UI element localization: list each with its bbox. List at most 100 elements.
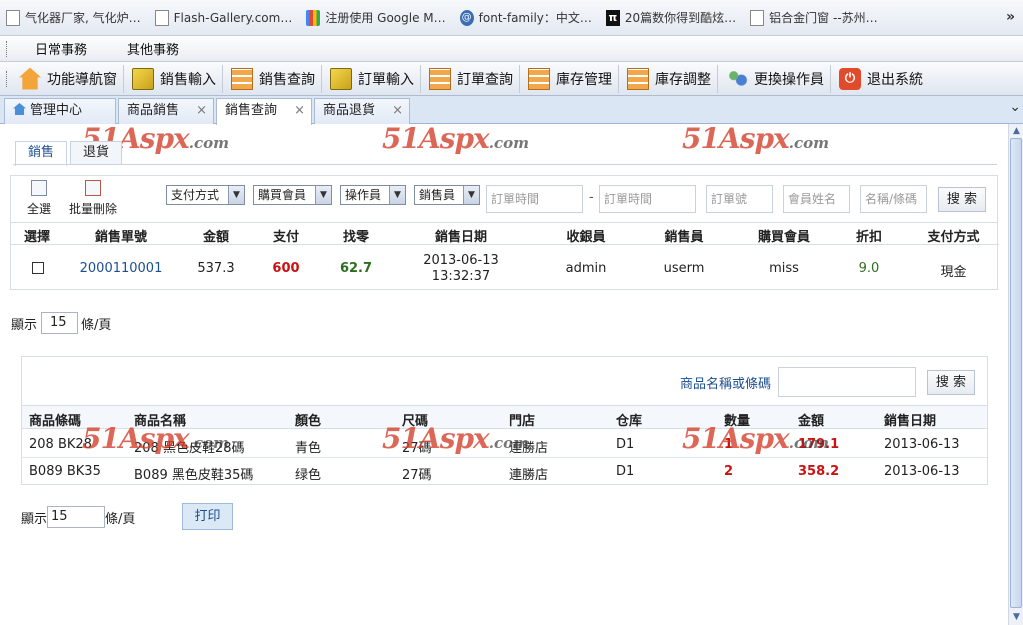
watermark-domain: .com (188, 434, 229, 452)
product-search-button[interactable]: 搜 索 (927, 370, 975, 395)
bookmarks-more-button[interactable]: » (1006, 9, 1015, 25)
grip-handle[interactable] (6, 40, 9, 57)
collapse-icon[interactable]: ⌄ (1009, 99, 1021, 115)
select-value: 銷售員 (419, 188, 456, 202)
toolbar-label: 退出系統 (867, 71, 923, 88)
sale-detail-panel: 商品名稱或條碼 搜 索 商品條碼 商品名稱 顏色 尺碼 門店 仓库 數量 金額 … (21, 356, 988, 485)
page-size-input[interactable]: 15 (41, 312, 78, 334)
bookmark-item[interactable]: 注册使用 Google M… (306, 9, 446, 26)
switch-operator-button[interactable]: 更換操作員 (722, 64, 831, 93)
chevron-down-icon: ▼ (463, 186, 479, 204)
subtab-sales[interactable]: 銷售 (15, 141, 68, 166)
order-time-from-input[interactable]: 訂單時間 (486, 185, 583, 213)
order-query-button[interactable]: 訂單查詢 (425, 64, 520, 93)
column-header: 仓库 (616, 414, 643, 429)
name-barcode-input[interactable]: 名稱/條碼 (860, 185, 927, 213)
search-button[interactable]: 搜 索 (938, 187, 986, 212)
member-select[interactable]: 購買會員 ▼ (253, 185, 332, 205)
toolbar-label: 庫存調整 (655, 71, 711, 88)
order-number-link[interactable]: 2000110001 (71, 261, 171, 276)
user-icon (726, 67, 748, 90)
toolbar-label: 更換操作員 (754, 71, 824, 88)
quantity-cell: 2 (724, 464, 734, 479)
print-button[interactable]: 打印 (182, 503, 233, 530)
nav-window-button[interactable]: 功能導航窗 (15, 64, 124, 93)
warehouse-cell: D1 (616, 437, 635, 452)
close-icon[interactable]: × (392, 99, 403, 123)
bookmark-item[interactable]: 铝合金门窗 --苏州… (750, 9, 878, 26)
toolbar: 功能導航窗 銷售輸入 銷售查詢 訂單輸入 訂單查詢 庫存管理 庫存調整 更換操作… (0, 62, 1023, 96)
order-input-button[interactable]: 訂單輸入 (326, 64, 421, 93)
watermark-brand: 51Aspx (382, 422, 490, 455)
salesperson-select[interactable]: 銷售員 ▼ (414, 185, 480, 205)
edit-icon (330, 67, 352, 90)
amount-cell: 537.3 (197, 261, 235, 276)
scroll-down-icon[interactable]: ▼ (1011, 612, 1022, 623)
tab-label: 商品退貨 (323, 103, 376, 118)
menu-daily-tasks[interactable]: 日常事務 (15, 39, 107, 58)
close-icon[interactable]: × (294, 99, 305, 123)
bookmark-label: Flash-Gallery.com… (173, 10, 293, 25)
watermark-brand: 51Aspx (382, 122, 490, 155)
table-row[interactable]: 2000110001 537.3 600 62.7 2013-06-13 13:… (11, 246, 999, 289)
member-name-input[interactable]: 會員姓名 (783, 185, 850, 213)
table-header-row: 選擇 銷售單號 金額 支付 找零 銷售日期 收銀員 銷售員 購買會員 折扣 支付… (11, 223, 999, 245)
column-header: 金額 (202, 230, 229, 245)
color-cell: 青色 (295, 441, 322, 456)
close-icon[interactable]: × (196, 99, 207, 123)
toolbar-label: 銷售查詢 (259, 71, 315, 88)
watermark-brand: 51Aspx (682, 422, 790, 455)
scroll-up-icon[interactable]: ▲ (1011, 126, 1022, 137)
product-search-input[interactable] (778, 367, 916, 397)
select-value: 購買會員 (258, 188, 307, 202)
batch-delete-button[interactable]: 批量刪除 (67, 180, 119, 217)
column-header: 收銀員 (566, 230, 606, 245)
order-number-input[interactable]: 訂單號 (706, 185, 773, 213)
watermark: 51Aspx.com (82, 422, 229, 455)
bookmark-item[interactable]: 气化器厂家, 气化炉… (6, 9, 141, 26)
bookmark-item[interactable]: Flash-Gallery.com… (154, 9, 293, 26)
select-value: 操作員 (345, 188, 382, 202)
bookmark-item[interactable]: @ font-family：中文… (459, 9, 592, 26)
scrollbar-thumb[interactable] (1010, 138, 1022, 608)
payment-method-select[interactable]: 支付方式 ▼ (166, 185, 245, 205)
sales-query-button[interactable]: 銷售查詢 (227, 64, 322, 93)
sales-input-button[interactable]: 銷售輸入 (128, 64, 223, 93)
subtab-returns[interactable]: 退貨 (70, 141, 123, 165)
pager-suffix: 條/頁 (105, 512, 136, 527)
paid-cell: 600 (272, 261, 300, 276)
tab-sales-query[interactable]: 銷售查詢 × (216, 98, 312, 125)
inventory-manage-button[interactable]: 庫存管理 (524, 64, 619, 93)
watermark: 51Aspx.com (382, 422, 529, 455)
bookmark-item[interactable]: π 20篇数你得到酷炫… (605, 9, 736, 26)
inventory-adjust-button[interactable]: 庫存調整 (623, 64, 718, 93)
chevron-down-icon: ▼ (228, 186, 244, 204)
column-header: 銷售員 (664, 230, 704, 245)
operator-select[interactable]: 操作員 ▼ (340, 185, 406, 205)
tab-product-returns[interactable]: 商品退貨 × (314, 98, 410, 124)
store-cell: 連勝店 (509, 468, 549, 483)
tab-admin-center[interactable]: 管理中心 (4, 98, 116, 124)
table-row[interactable]: B089 BK35 B089 黑色皮鞋35碼 绿色 27碼 連勝店 D1 2 3… (22, 459, 987, 486)
toolbar-label: 銷售輸入 (160, 71, 216, 88)
page-size-input[interactable]: 15 (47, 506, 105, 528)
pager-prefix: 顯示 (11, 318, 38, 333)
watermark: 51Aspx.com (682, 122, 829, 155)
product-search-label: 商品名稱或條碼 (680, 377, 772, 392)
bookmark-label: 注册使用 Google M… (325, 11, 446, 25)
tab-product-sales[interactable]: 商品銷售 × (118, 98, 214, 124)
exit-system-button[interactable]: ⏻ 退出系統 (835, 65, 929, 93)
row-checkbox[interactable] (32, 262, 44, 274)
barcode-cell: B089 BK35 (29, 464, 101, 479)
order-time-to-input[interactable]: 訂單時間 (599, 185, 696, 213)
menu-other-tasks[interactable]: 其他事務 (107, 39, 199, 58)
bookmarks-bar: 气化器厂家, 气化炉… Flash-Gallery.com… 注册使用 Goog… (0, 0, 1023, 36)
select-value: 支付方式 (171, 188, 220, 202)
grip-handle[interactable] (6, 70, 9, 87)
tab-strip: 管理中心 商品銷售 × 銷售查詢 × 商品退貨 × ⌄ (0, 96, 1023, 125)
color-cell: 绿色 (295, 468, 322, 483)
watermark-brand: 51Aspx (82, 422, 190, 455)
toolbar-label: 庫存管理 (556, 71, 612, 88)
select-all-button[interactable]: 全選 (25, 180, 53, 217)
vertical-scrollbar[interactable]: ▲ ▼ (1008, 124, 1023, 625)
